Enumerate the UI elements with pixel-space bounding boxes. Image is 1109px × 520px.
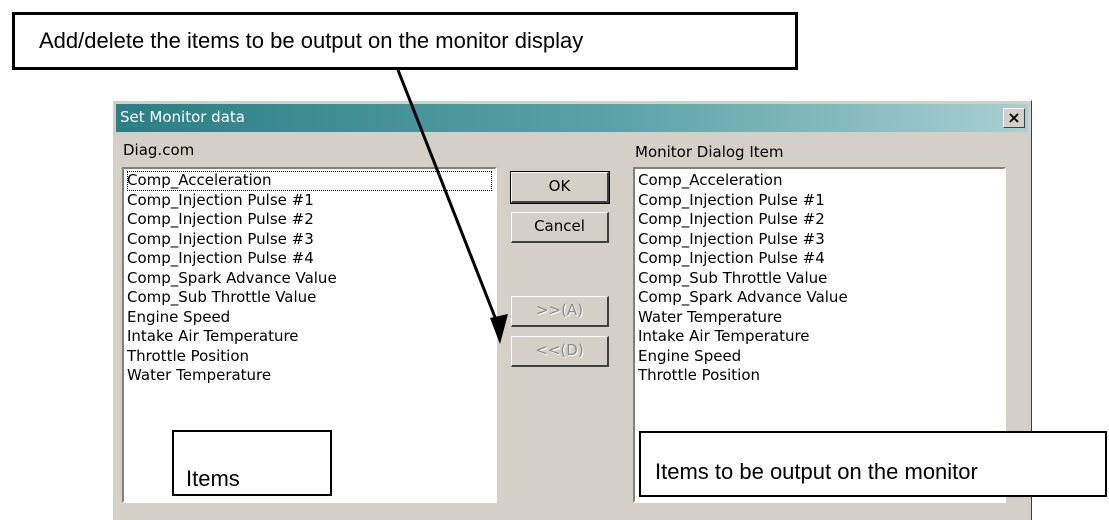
pointer-arrow — [396, 69, 508, 344]
